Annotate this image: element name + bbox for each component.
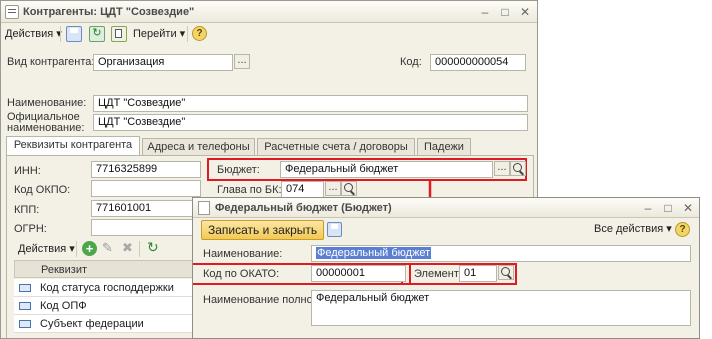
popup-name-selected-text: Федеральный бюджет (316, 247, 432, 259)
popup-title-bar: Федеральный бюджет (Бюджет) – □ ✕ (193, 198, 699, 218)
app-icon (198, 201, 210, 215)
full-name-field[interactable]: Федеральный бюджет (311, 290, 691, 326)
okato-field[interactable]: 00000001 (311, 265, 406, 282)
close-icon[interactable]: ✕ (679, 200, 697, 216)
save-icon[interactable] (327, 222, 342, 237)
element-field[interactable]: 01 (459, 265, 497, 282)
popup-title: Федеральный бюджет (Бюджет) (215, 202, 392, 214)
minimize-icon[interactable]: – (639, 200, 657, 216)
popup-name-label: Наименование: (203, 248, 283, 260)
popup-name-field[interactable]: Федеральный бюджет (311, 245, 691, 262)
search-icon[interactable] (498, 265, 514, 280)
element-label: Элемент: (414, 268, 462, 280)
okato-label: Код по ОКАТО: (203, 268, 280, 280)
full-name-label: Наименование полное: (203, 294, 322, 306)
all-actions-menu[interactable]: Все действия ▾ (594, 219, 672, 239)
write-and-close-button[interactable]: Записать и закрыть (201, 220, 325, 240)
budget-window: Федеральный бюджет (Бюджет) – □ ✕ Записа… (192, 197, 700, 339)
maximize-icon[interactable]: □ (659, 200, 677, 216)
help-icon[interactable]: ? (675, 222, 690, 237)
